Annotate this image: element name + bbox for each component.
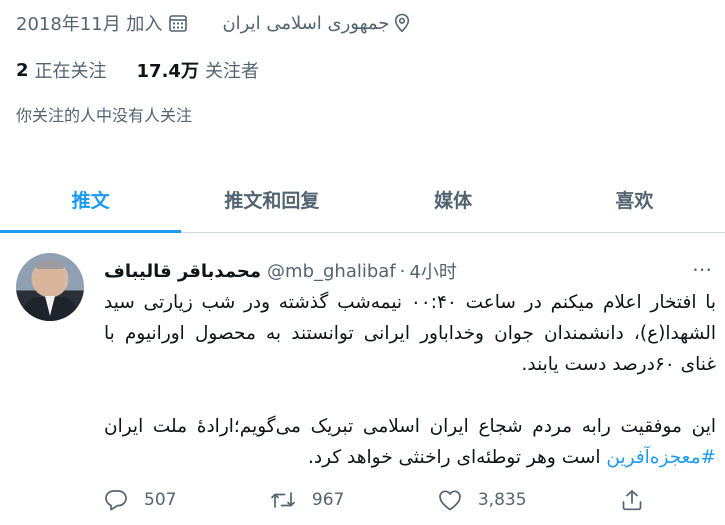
more-icon[interactable]: ⋯ <box>692 259 713 279</box>
tweet-paragraph-2-start: این موفقیت رابه مردم شجاع ایران اسلامی ت… <box>104 416 716 437</box>
profile-meta-row: 2018年11月 加入 جمهوری اسلامی ایران <box>16 8 725 38</box>
like-button[interactable]: 3,835 <box>438 489 527 511</box>
join-date: 2018年11月 加入 <box>16 10 188 36</box>
avatar[interactable] <box>16 253 84 321</box>
tweet-actions: 507 967 3,835 <box>104 485 644 515</box>
author-name[interactable]: محمدباقر قالیباف <box>104 261 261 282</box>
tab-tweets-and-replies[interactable]: 推文和回复 <box>181 166 362 232</box>
tweet-header: محمدباقر قالیباف @mb_ghalibaf · 4小时 <box>104 258 457 284</box>
location-pin-icon <box>395 13 410 33</box>
avatar-hair <box>36 260 64 269</box>
tweet-text: با افتخار اعلام میکنم در ساعت ۰۰:۴۰ نیمه… <box>104 287 716 473</box>
tweet[interactable]: محمدباقر قالیباف @mb_ghalibaf · 4小时 ⋯ با… <box>0 233 725 525</box>
reply-count: 507 <box>144 490 177 510</box>
tab-media[interactable]: 媒体 <box>363 166 544 232</box>
header-separator: · <box>399 260 406 282</box>
join-date-text: 2018年11月 加入 <box>16 14 163 35</box>
share-icon <box>622 490 642 511</box>
followed-by-note: 你关注的人中没有人关注 <box>16 106 193 125</box>
tweet-paragraph-2-end: است وهر توطئه‌ای راخنثی خواهد کرد. <box>308 447 607 468</box>
like-icon <box>438 490 461 511</box>
share-button[interactable] <box>620 488 644 512</box>
followers-count: 17.4万 <box>136 61 199 82</box>
profile-tabs: 推文 推文和回复 媒体 喜欢 <box>0 166 725 233</box>
retweet-icon <box>271 492 295 508</box>
tab-likes[interactable]: 喜欢 <box>544 166 725 232</box>
calendar-icon <box>169 15 188 32</box>
reply-icon <box>105 490 127 511</box>
reply-button[interactable]: 507 <box>104 489 176 511</box>
author-handle[interactable]: @mb_ghalibaf <box>267 261 396 282</box>
like-count: 3,835 <box>477 490 527 510</box>
retweet-count: 967 <box>311 490 345 510</box>
follow-stats: 2 正在关注 17.4万 关注者 <box>16 56 289 84</box>
tab-tweets[interactable]: 推文 <box>0 166 182 233</box>
followers-link[interactable]: 17.4万 关注者 <box>137 57 259 83</box>
hashtag-link[interactable]: #معجزه‌آفرین <box>606 447 716 468</box>
following-link[interactable]: 2 正在关注 <box>16 57 107 83</box>
location-text: جمهوری اسلامی ایران <box>222 12 390 34</box>
profile-location: جمهوری اسلامی ایران <box>222 13 411 34</box>
tweet-time[interactable]: 4小时 <box>409 258 456 284</box>
tweet-paragraph-1: با افتخار اعلام میکنم در ساعت ۰۰:۴۰ نیمه… <box>104 292 716 375</box>
followers-label: 关注者 <box>204 61 259 82</box>
following-count: 2 <box>16 59 29 81</box>
retweet-button[interactable]: 967 <box>270 489 344 511</box>
tweet-paragraph-2: این موفقیت رابه مردم شجاع ایران اسلامی ت… <box>104 411 716 473</box>
following-label: 正在关注 <box>34 61 107 82</box>
